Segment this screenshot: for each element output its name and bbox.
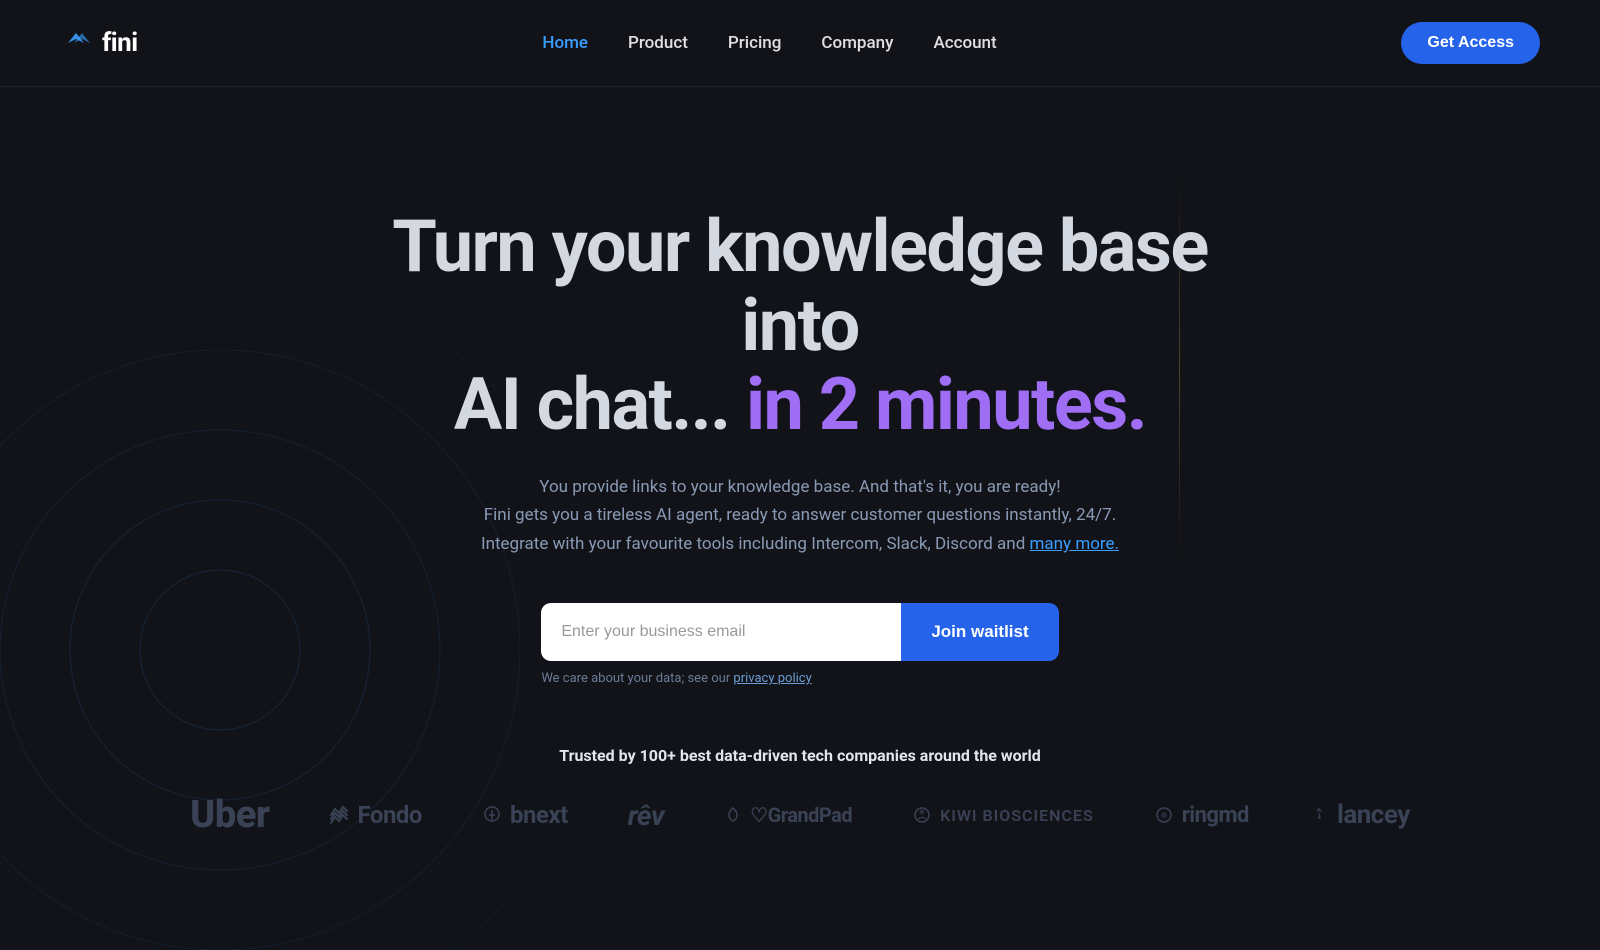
kiwi-icon [912,805,932,825]
nav-item-pricing[interactable]: Pricing [728,33,782,53]
nav-item-company[interactable]: Company [821,33,893,53]
lancey-icon [1309,805,1329,825]
kiwi-text: KIWI BIOSCIENCES [940,806,1094,825]
logo-ringmd: ringmd [1154,803,1249,828]
trusted-logos: Uber Fondo bnext rêv [0,793,1600,837]
nav-link-pricing[interactable]: Pricing [728,33,782,53]
hero-title-part1: Turn your knowledge base into [392,204,1208,368]
nav-item-product[interactable]: Product [628,33,688,53]
hero-subtitle: You provide links to your knowledge base… [481,473,1119,560]
lancey-text: lancey [1337,800,1410,830]
logo[interactable]: fini [60,25,138,61]
logo-lancey: lancey [1309,800,1410,830]
email-form: Join waitlist [541,603,1058,661]
bnext-text: bnext [510,801,568,829]
nav-link-company[interactable]: Company [821,33,893,53]
logo-text: fini [102,28,138,58]
hero-subtitle-line3-pre: Integrate with your favourite tools incl… [481,534,1030,554]
hero-title: Turn your knowledge base into AI chat...… [390,207,1210,445]
logo-icon [60,25,96,61]
fondo-text: Fondo [357,801,421,829]
get-access-button[interactable]: Get Access [1401,22,1540,64]
nav-link-account[interactable]: Account [933,33,996,53]
logo-grandpad: ♡GrandPad [724,803,852,827]
nav-link-home[interactable]: Home [542,33,588,53]
logo-kiwi-biosciences: KIWI BIOSCIENCES [912,805,1094,825]
hero-title-accent: in 2 minutes. [746,362,1146,447]
nav-item-account[interactable]: Account [933,33,996,53]
ringmd-text: ringmd [1182,803,1249,828]
nav-link-product[interactable]: Product [628,33,688,53]
hero-title-part2: AI chat... [454,362,746,447]
join-waitlist-button[interactable]: Join waitlist [901,603,1058,661]
trusted-section: Trusted by 100+ best data-driven tech co… [0,746,1600,837]
hero-section: Turn your knowledge base into AI chat...… [0,87,1600,686]
form-privacy: We care about your data; see our privacy… [541,671,1058,686]
nav-item-home[interactable]: Home [542,33,588,53]
logo-uber: Uber [190,793,269,837]
ringmd-icon [1154,805,1174,825]
privacy-pre-text: We care about your data; see our [541,671,733,686]
logo-rev: rêv [628,799,664,832]
privacy-policy-link[interactable]: privacy policy [733,671,811,686]
navbar: fini Home Product Pricing Company Accoun… [0,0,1600,87]
hero-subtitle-link[interactable]: many more. [1030,534,1120,554]
rev-text: rêv [628,799,664,832]
email-form-wrapper: Join waitlist We care about your data; s… [541,559,1058,686]
email-input[interactable] [541,603,901,661]
grandpad-text: ♡GrandPad [750,803,852,827]
fondo-icon [329,805,349,825]
hero-subtitle-line1: You provide links to your knowledge base… [539,477,1060,497]
uber-text: Uber [190,793,269,837]
logo-fondo: Fondo [329,801,421,829]
trusted-title: Trusted by 100+ best data-driven tech co… [0,746,1600,765]
grandpad-icon [724,806,742,824]
logo-bnext: bnext [482,801,568,829]
bnext-icon [482,805,502,825]
hero-subtitle-line2: Fini gets you a tireless AI agent, ready… [484,505,1116,525]
nav-right: Get Access [1401,22,1540,64]
nav-links: Home Product Pricing Company Account [542,33,996,53]
